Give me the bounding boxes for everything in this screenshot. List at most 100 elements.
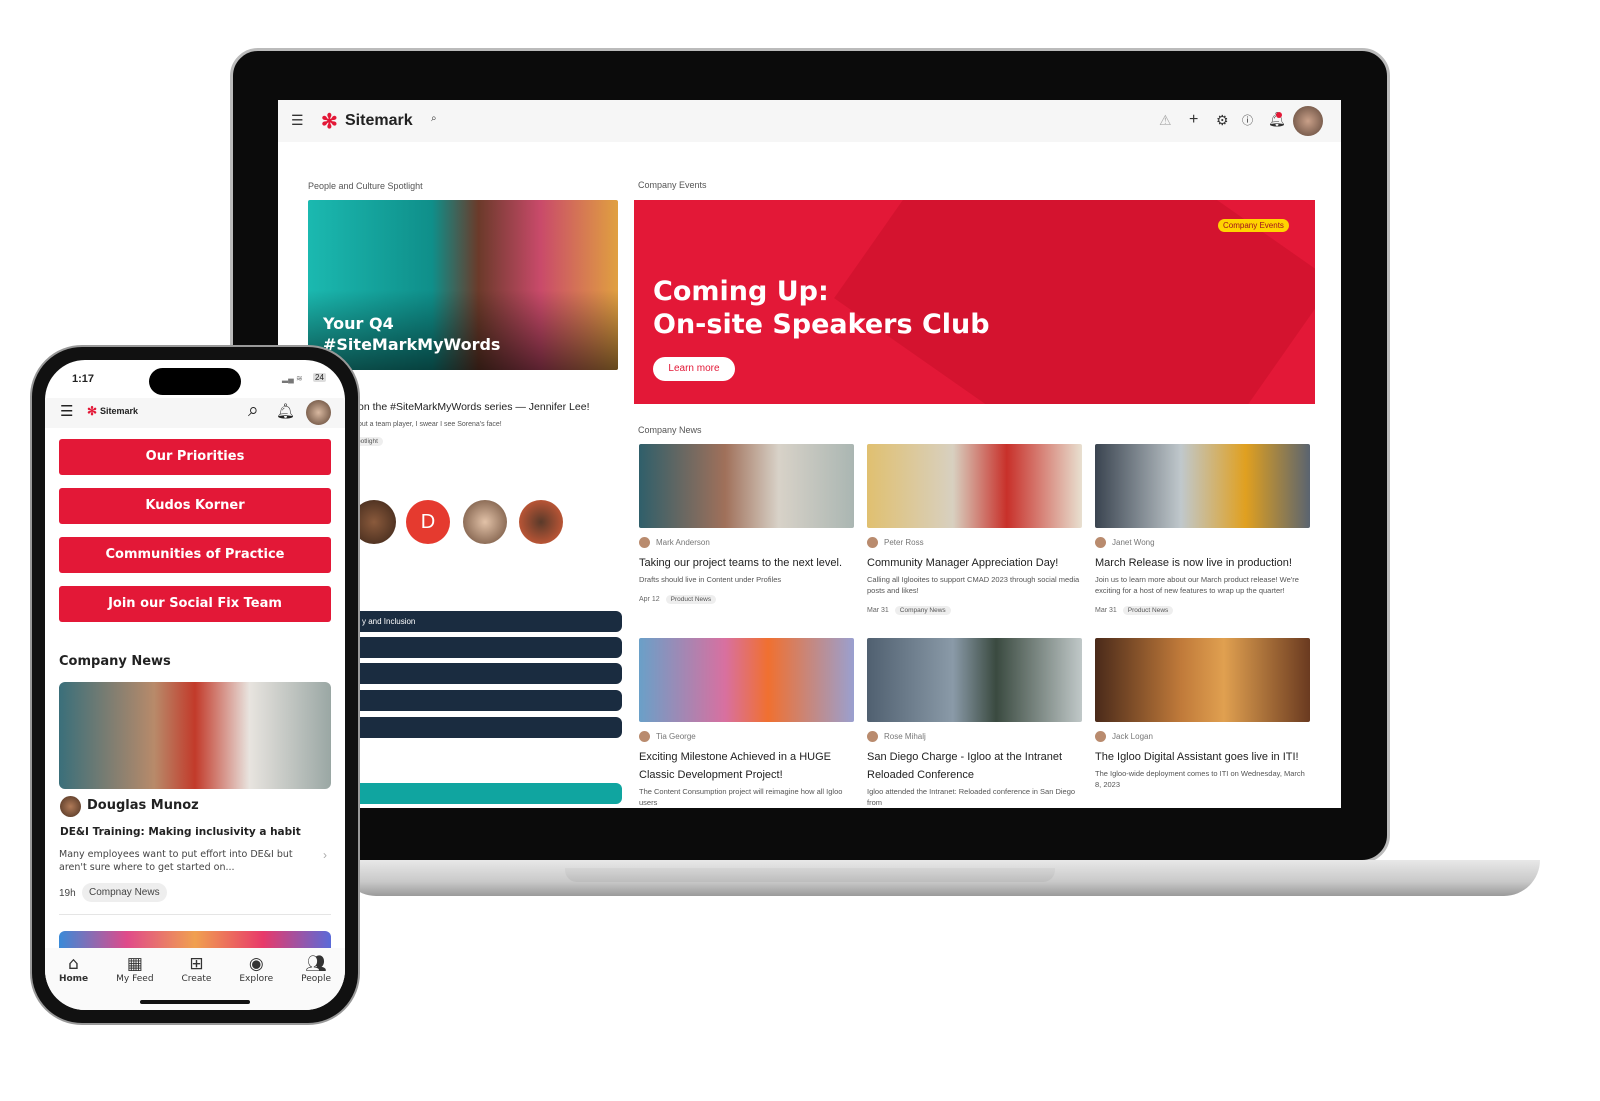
card-author[interactable]: Peter Ross [884,538,924,547]
chevron-right-icon[interactable]: › [323,848,327,862]
news-card-image[interactable] [867,444,1082,528]
plus-square-icon: ⊞ [189,954,204,974]
card-author[interactable]: Tia George [656,732,696,741]
card-date: Mar 31 [867,607,889,614]
spotlight-image[interactable]: Your Q4 #SiteMarkMyWords [308,200,618,370]
card-author[interactable]: Jack Logan [1112,732,1153,741]
dynamic-island [149,368,241,395]
link-bar[interactable] [350,637,622,658]
author-avatar [867,537,878,548]
plus-icon[interactable]: + [1189,111,1198,129]
news-section-label: Company News [638,425,702,435]
card-author-row: Peter Ross [867,537,1082,548]
card-desc: Igloo attended the Intranet: Reloaded co… [867,787,1076,807]
help-icon[interactable]: ⓘ [1242,112,1253,128]
communities-button[interactable]: Communities of Practice [59,537,331,573]
link-bar[interactable] [350,690,622,711]
card-desc: Calling all Iglooites to support CMAD 20… [867,575,1080,595]
spotlight-image-text: #SiteMarkMyWords [323,335,501,354]
link-bar[interactable] [350,663,622,684]
card-tag[interactable]: Product News [1122,606,1174,615]
card-author-row: Mark Anderson [639,537,854,548]
news-image[interactable] [59,682,331,789]
card-title[interactable]: Community Manager Appreciation Day! [867,554,1082,572]
nav-home[interactable]: ⌂ Home [59,954,88,1010]
logo[interactable]: Sitemark [345,112,413,130]
logo-icon: ✻ [321,111,338,133]
card-author-row: Rose Mihalj [867,731,1082,742]
events-section-label: Company Events [638,180,707,190]
signal-wifi-icon: ▂▄ ≋ [282,374,303,383]
battery-icon: 24 [313,373,326,382]
spotlight-desc: out a team player, I swear I see Sorena'… [358,421,502,428]
avatar[interactable] [1293,106,1323,136]
card-desc: The Igloo-wide deployment comes to ITI o… [1095,769,1305,789]
news-card[interactable]: Rose Mihalj San Diego Charge - Igloo at … [867,638,1082,808]
card-title[interactable]: The Igloo Digital Assistant goes live in… [1095,748,1310,766]
link-bar[interactable]: y and Inclusion [350,611,622,632]
logo[interactable]: Sitemark [100,406,138,416]
card-author-row: Janet Wong [1095,537,1310,548]
news-card[interactable]: Mark Anderson Taking our project teams t… [639,444,854,606]
author-avatar [1095,537,1106,548]
card-desc: The Content Consumption project will rei… [639,787,843,807]
card-date: Apr 12 [639,596,660,603]
learn-more-button[interactable]: Learn more [653,357,735,381]
spotlight-title[interactable]: on the #SiteMarkMyWords series — Jennife… [358,401,590,413]
card-tag[interactable]: Product News [665,595,717,604]
news-card-image[interactable] [867,638,1082,722]
news-card-image[interactable] [639,638,854,722]
card-title[interactable]: Exciting Milestone Achieved in a HUGE Cl… [639,748,854,784]
divider [59,914,331,915]
logo-icon: ✻ [87,404,98,418]
our-priorities-button[interactable]: Our Priorities [59,439,331,475]
post-title[interactable]: DE&I Training: Making inclusivity a habi… [60,826,301,838]
card-tag[interactable]: Company News [894,606,951,615]
bell-icon[interactable]: 🔔︎ [276,402,295,420]
news-card-image[interactable] [1095,638,1310,722]
menu-icon[interactable]: ☰ [60,402,73,420]
avatar[interactable] [306,400,331,425]
people-icon: 👥︎ [305,954,327,974]
news-card[interactable]: Jack Logan The Igloo Digital Assistant g… [1095,638,1310,790]
phone-header: ☰ ✻ Sitemark ⌕ 🔔︎ [45,398,345,428]
news-card[interactable]: Peter Ross Community Manager Appreciatio… [867,444,1082,617]
avatar[interactable] [463,500,507,544]
card-author[interactable]: Rose Mihalj [884,732,926,741]
spotlight-section-label: People and Culture Spotlight [308,181,423,191]
author-avatar [1095,731,1106,742]
news-heading: Company News [59,654,171,669]
search-icon[interactable]: ⌕ [431,113,437,124]
news-card[interactable]: Tia George Exciting Milestone Achieved i… [639,638,854,808]
status-time: 1:17 [72,373,95,385]
card-date: Mar 31 [1095,607,1117,614]
menu-icon[interactable]: ☰ [291,112,304,129]
gear-icon[interactable]: ⚙ [1216,112,1229,129]
news-card-image[interactable] [639,444,854,528]
link-bar[interactable] [350,783,622,804]
card-author[interactable]: Janet Wong [1112,538,1155,547]
search-icon[interactable]: ⌕ [248,400,259,422]
home-indicator [140,1000,250,1004]
warning-icon[interactable]: ⚠ [1159,112,1172,129]
events-badge[interactable]: Company Events [1218,219,1289,232]
card-author[interactable]: Mark Anderson [656,538,710,547]
card-title[interactable]: Taking our project teams to the next lev… [639,554,854,572]
post-tag[interactable]: Compnay News [82,883,167,902]
card-title[interactable]: San Diego Charge - Igloo at the Intranet… [867,748,1082,784]
link-bar[interactable] [350,717,622,738]
news-card[interactable]: Janet Wong March Release is now live in … [1095,444,1310,617]
social-fix-button[interactable]: Join our Social Fix Team [59,586,331,622]
avatar[interactable]: D [406,500,450,544]
card-author-row: Tia George [639,731,854,742]
home-icon: ⌂ [68,954,79,974]
author-avatar [639,537,650,548]
post-author[interactable]: Douglas Munoz [87,798,199,813]
kudos-korner-button[interactable]: Kudos Korner [59,488,331,524]
card-title[interactable]: March Release is now live in production! [1095,554,1310,572]
avatar[interactable] [519,500,563,544]
news-card-image[interactable] [1095,444,1310,528]
events-banner: Company Events Coming Up: On-site Speake… [634,200,1315,404]
laptop-notch [565,868,1055,882]
nav-people[interactable]: 👥︎ People [301,954,331,1010]
